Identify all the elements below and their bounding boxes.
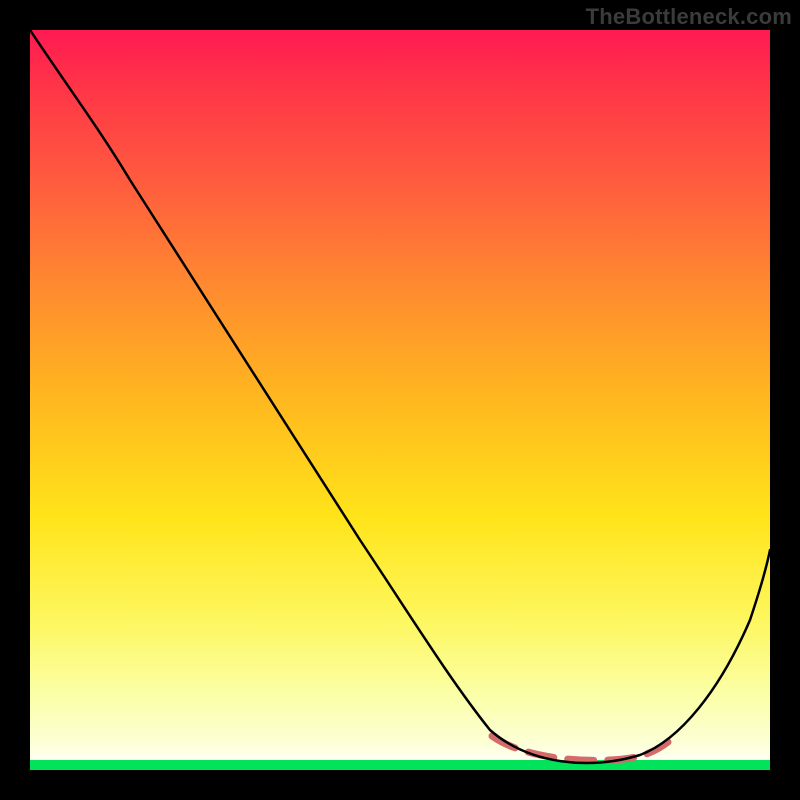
chart-container: { "watermark": "TheBottleneck.com", "cha… xyxy=(0,0,800,800)
watermark-text: TheBottleneck.com xyxy=(586,4,792,30)
bottleneck-curve xyxy=(30,30,770,763)
curve-layer xyxy=(30,30,770,770)
plot-area xyxy=(30,30,770,770)
